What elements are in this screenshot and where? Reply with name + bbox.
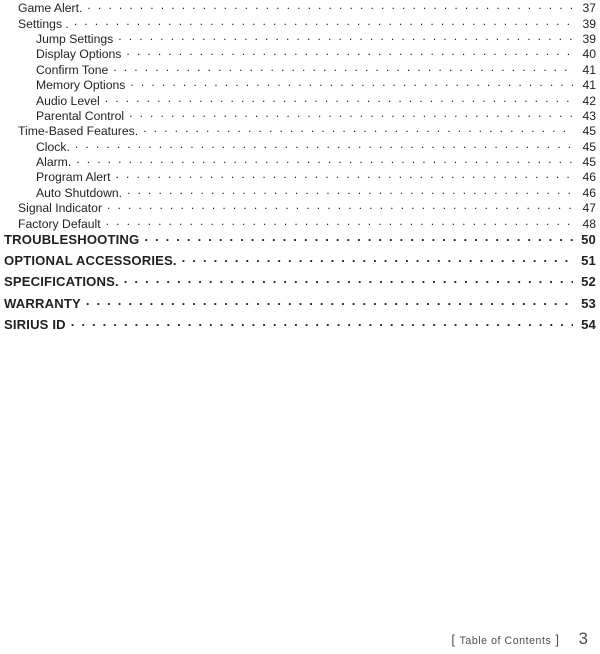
- toc-entry-label: Auto Shutdown.: [36, 185, 123, 200]
- dot-leader: [75, 139, 573, 151]
- dot-leader: [71, 316, 573, 329]
- toc-entry[interactable]: Clock. 45: [0, 139, 600, 154]
- toc-entry-page-number: 41: [582, 62, 596, 77]
- toc-entry[interactable]: Parental Control 43: [0, 108, 600, 123]
- dot-leader: [113, 62, 573, 74]
- dot-leader: [107, 200, 573, 212]
- toc-entry-page-number: 43: [582, 108, 596, 123]
- dot-leader: [87, 0, 573, 12]
- toc-entry-label: Audio Level: [36, 93, 100, 108]
- dot-leader: [129, 108, 573, 120]
- toc-entry[interactable]: Audio Level 42: [0, 92, 600, 107]
- toc-entry-page-number: 48: [582, 216, 596, 231]
- toc-entry[interactable]: Factory Default 48: [0, 215, 600, 230]
- toc-entry-label: OPTIONAL ACCESSORIES.: [4, 253, 177, 269]
- footer-page-number: 3: [578, 629, 588, 648]
- page-footer: [ Table of Contents ] 3: [0, 624, 600, 654]
- toc-entry[interactable]: Confirm Tone 41: [0, 62, 600, 77]
- toc-entry-label: Clock.: [36, 139, 70, 154]
- toc-entry-page-number: 52: [581, 274, 596, 290]
- toc-entry-label: Display Options: [36, 47, 122, 62]
- toc-entry[interactable]: Signal Indicator 47: [0, 200, 600, 215]
- toc-entry-label: Jump Settings: [36, 31, 114, 46]
- dot-leader: [74, 15, 573, 27]
- toc-entry-label: SIRIUS ID: [4, 316, 66, 332]
- dot-leader: [118, 31, 573, 43]
- toc-entry-page-number: 41: [582, 78, 596, 93]
- toc-entry[interactable]: Auto Shutdown. 46: [0, 185, 600, 200]
- toc-entry-label: Memory Options: [36, 78, 126, 93]
- toc-entry-label: Settings .: [18, 16, 69, 31]
- footer-label-text: Table of Contents: [459, 634, 552, 647]
- toc-entry-page-number: 47: [582, 201, 596, 216]
- toc-entry[interactable]: Time-Based Features. 45: [0, 123, 600, 138]
- toc-entry-page-number: 46: [582, 185, 596, 200]
- toc-entry-page-number: 40: [582, 47, 596, 62]
- toc-entry[interactable]: Game Alert. 37: [0, 0, 600, 15]
- dot-leader: [76, 154, 573, 166]
- toc-entry-page-number: 45: [582, 155, 596, 170]
- dot-leader: [143, 123, 573, 135]
- dot-leader: [105, 92, 573, 104]
- toc-entry-label: Confirm Tone: [36, 62, 109, 77]
- toc-entry[interactable]: Memory Options 41: [0, 77, 600, 92]
- dot-leader: [124, 273, 573, 286]
- toc-entry[interactable]: Display Options 40: [0, 46, 600, 61]
- toc-entry-label: SPECIFICATIONS.: [4, 274, 119, 290]
- toc-entry-label: Time-Based Features.: [18, 124, 139, 139]
- dot-leader: [86, 294, 573, 307]
- toc-entry-page-number: 39: [582, 31, 596, 46]
- toc-entry[interactable]: SIRIUS ID 54: [0, 316, 600, 337]
- toc-entry-label: Signal Indicator: [18, 201, 103, 216]
- dot-leader: [116, 169, 573, 181]
- toc-entry-label: Parental Control: [36, 108, 125, 123]
- toc-entry[interactable]: Alarm. 45: [0, 154, 600, 169]
- toc-entry-label: Game Alert.: [18, 1, 83, 16]
- dot-leader: [182, 252, 573, 265]
- toc-entry-page-number: 42: [582, 93, 596, 108]
- toc-entry-page-number: 46: [582, 170, 596, 185]
- table-of-contents: Game Alert. 37 Settings . 39 Jump Settings 39…: [0, 0, 600, 337]
- dot-leader: [144, 231, 573, 244]
- toc-entry[interactable]: TROUBLESHOOTING 50: [0, 231, 600, 252]
- toc-entry-page-number: 45: [582, 139, 596, 154]
- toc-entry[interactable]: OPTIONAL ACCESSORIES. 51: [0, 252, 600, 273]
- toc-entry[interactable]: Program Alert 46: [0, 169, 600, 184]
- toc-entry-label: Factory Default: [18, 216, 101, 231]
- toc-entry-page-number: 37: [582, 1, 596, 16]
- toc-entry[interactable]: Jump Settings 39: [0, 31, 600, 46]
- toc-entry-label: WARRANTY: [4, 295, 81, 311]
- toc-entry[interactable]: SPECIFICATIONS. 52: [0, 273, 600, 294]
- dot-leader: [127, 185, 573, 197]
- footer-section-label: [ Table of Contents ]: [451, 632, 559, 647]
- bracket-close: ]: [555, 631, 560, 647]
- dot-leader: [130, 77, 573, 89]
- dot-leader: [126, 46, 573, 58]
- toc-entry-label: Program Alert: [36, 170, 111, 185]
- dot-leader: [106, 215, 573, 227]
- toc-entry-page-number: 39: [582, 16, 596, 31]
- toc-entry-page-number: 53: [581, 295, 596, 311]
- toc-entry-page-number: 54: [581, 316, 596, 332]
- toc-entry[interactable]: Settings . 39: [0, 15, 600, 30]
- bracket-open: [: [451, 631, 456, 647]
- toc-entry-page-number: 51: [581, 253, 596, 269]
- toc-entry-page-number: 50: [581, 231, 596, 247]
- toc-entry[interactable]: WARRANTY 53: [0, 294, 600, 315]
- toc-entry-label: Alarm.: [36, 155, 72, 170]
- toc-entry-page-number: 45: [582, 124, 596, 139]
- toc-entry-label: TROUBLESHOOTING: [4, 231, 140, 247]
